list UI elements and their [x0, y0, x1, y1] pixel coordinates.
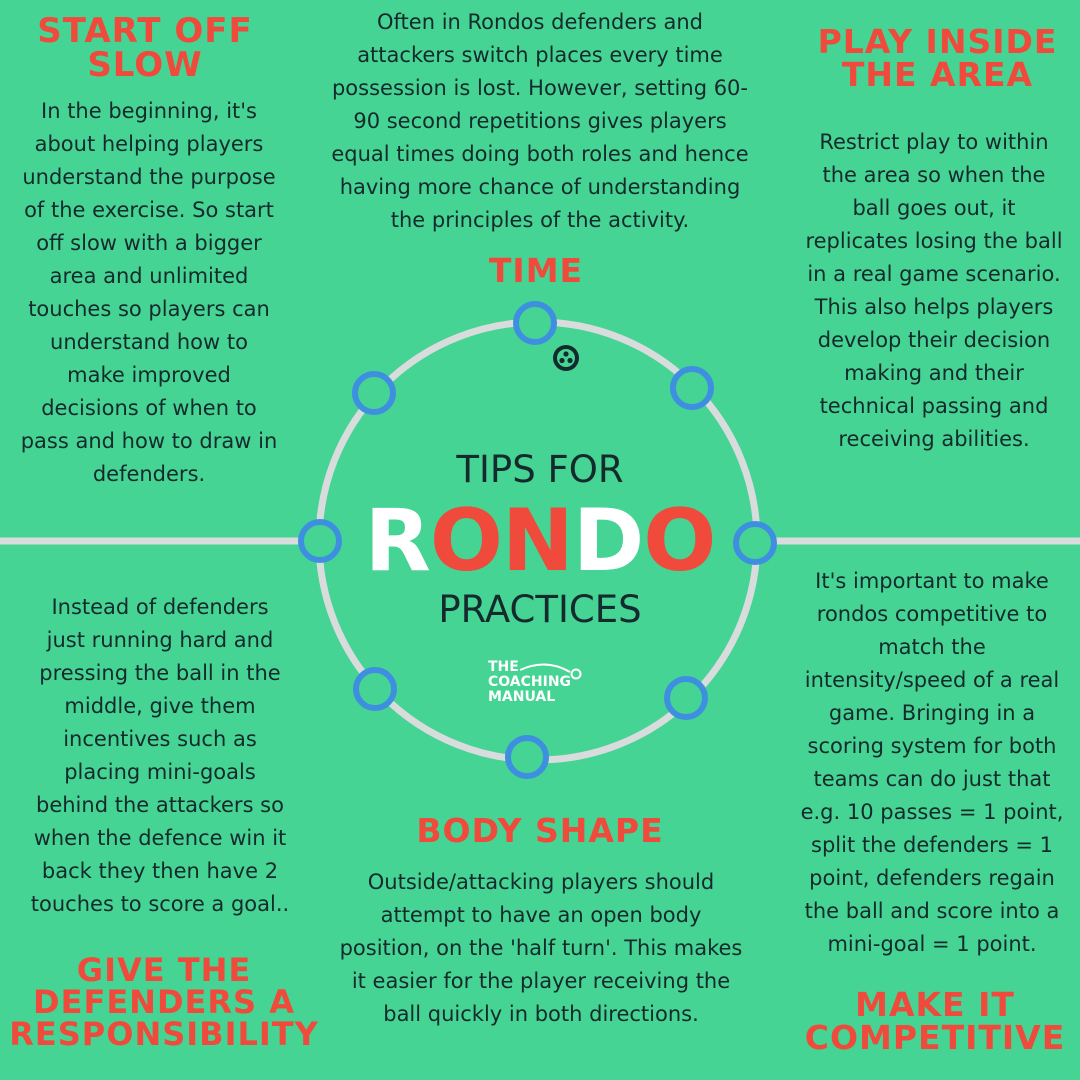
rondo-letter-o2: O [643, 491, 716, 591]
text-line: about helping players [34, 132, 264, 156]
heading-line: BODY SHAPE [416, 811, 664, 850]
text-line: making and their [844, 361, 1024, 385]
heading-line: THE AREA [841, 55, 1034, 94]
text-line: 90 second repetitions gives players [353, 109, 727, 133]
text-play-inside-the-area: Restrict play to within the area so when… [790, 126, 1078, 456]
text-line: technical passing and [819, 394, 1049, 418]
player-marker-top-left [352, 371, 396, 415]
heading-make-it-competitive: MAKE IT COMPETITIVE [795, 988, 1075, 1054]
text-make-it-competitive: It's important to make rondos competitiv… [782, 565, 1080, 961]
text-line: in a real game scenario. [807, 262, 1061, 286]
coaching-manual-logo: THE COACHING MANUAL [488, 660, 598, 710]
title-rondo: RONDO [330, 493, 750, 589]
text-line: equal times doing both roles and hence [331, 142, 749, 166]
heading-line: DEFENDERS A [33, 983, 295, 1021]
text-line: e.g. 10 passes = 1 point, [800, 800, 1064, 824]
infographic-canvas: TIPS FOR RONDO PRACTICES THE COACHING MA… [0, 0, 1080, 1080]
heading-line: MAKE IT [855, 985, 1015, 1024]
text-line: ball quickly in both directions. [383, 1002, 699, 1026]
text-line: receiving abilities. [838, 427, 1030, 451]
heading-line: RESPONSIBILITY [9, 1015, 319, 1053]
rondo-letter-r: R [364, 491, 431, 591]
text-line: understand how to [50, 330, 248, 354]
rondo-letter-o1: O [429, 491, 503, 591]
text-line: match the [878, 635, 986, 659]
text-line: In the beginning, it's [41, 99, 257, 123]
text-line: the principles of the activity. [390, 208, 690, 232]
text-start-off-slow: In the beginning, it's about helping pla… [5, 95, 293, 491]
player-marker-top-right [670, 366, 714, 410]
text-line: back they then have 2 [41, 859, 279, 883]
text-line: replicates losing the ball [805, 229, 1063, 253]
player-marker-bottom-left [353, 667, 397, 711]
text-line: defenders. [92, 462, 206, 486]
text-line: make improved [67, 363, 231, 387]
text-line: attackers switch places every time [357, 43, 723, 67]
text-line: middle, give them [64, 694, 256, 718]
text-body-shape: Outside/attacking players should attempt… [320, 866, 762, 1031]
heading-start-off-slow: START OFF SLOW [20, 14, 270, 82]
text-line: behind the attackers so [36, 793, 284, 817]
text-line: attempt to have an open body [380, 903, 702, 927]
text-time: Often in Rondos defenders and attackers … [300, 6, 780, 237]
text-line: mini-goal = 1 point. [827, 932, 1037, 956]
text-line: it easier for the player receiving the [351, 969, 731, 993]
text-line: the area so when the [822, 163, 1046, 187]
text-line: This also helps players [814, 295, 1054, 319]
text-line: intensity/speed of a real [804, 668, 1060, 692]
title-tips-for: TIPS FOR [456, 448, 624, 491]
text-line: off slow with a bigger [36, 231, 262, 255]
heading-time: TIME [436, 254, 636, 287]
text-line: of the exercise. So start [24, 198, 274, 222]
logo-line: MANUAL [488, 689, 556, 705]
rondo-letter-d: D [572, 491, 644, 591]
player-marker-bottom-right [664, 676, 708, 720]
text-line: just running hard and [46, 628, 274, 652]
heading-line: START OFF [37, 11, 253, 51]
text-line: ball goes out, it [852, 196, 1016, 220]
text-line: Often in Rondos defenders and [377, 10, 703, 34]
text-line: touches so players can [28, 297, 270, 321]
text-line: possession is lost. However, setting 60- [331, 76, 749, 100]
text-defenders-responsibility: Instead of defenders just running hard a… [10, 591, 310, 921]
heading-line: GIVE THE [76, 951, 252, 989]
text-line: touches to score a goal.. [30, 892, 290, 916]
heading-give-the-defenders-a-responsibility: GIVE THE DEFENDERS A RESPONSIBILITY [5, 954, 323, 1050]
football-icon [553, 345, 579, 371]
heading-play-inside-the-area: PLAY INSIDE THE AREA [800, 25, 1075, 91]
text-line: when the defence win it [33, 826, 287, 850]
text-line: Outside/attacking players should [367, 870, 715, 894]
logo-ball-icon [519, 663, 582, 680]
text-line: having more chance of understanding [339, 175, 741, 199]
player-marker-bottom [505, 735, 549, 779]
text-line: understand the purpose [22, 165, 276, 189]
text-line: teams can do just that [813, 767, 1051, 791]
text-line: scoring system for both [807, 734, 1057, 758]
text-line: It's important to make [815, 569, 1049, 593]
text-line: decisions of when to [41, 396, 257, 420]
rondo-letter-n: N [501, 491, 574, 591]
text-line: position, on the 'half turn'. This makes [339, 936, 743, 960]
text-line: pass and how to draw in [20, 429, 278, 453]
heading-line: PLAY INSIDE [817, 22, 1058, 61]
heading-line: COMPETITIVE [804, 1018, 1066, 1057]
text-line: pressing the ball in the [39, 661, 281, 685]
text-line: game. Bringing in a [828, 701, 1036, 725]
text-line: Restrict play to within [819, 130, 1049, 154]
heading-body-shape: BODY SHAPE [390, 814, 690, 847]
text-line: placing mini-goals [64, 760, 256, 784]
player-marker-top [513, 301, 557, 345]
text-line: incentives such as [63, 727, 257, 751]
text-line: split the defenders = 1 [811, 833, 1053, 857]
text-line: rondos competitive to [816, 602, 1048, 626]
text-line: develop their decision [817, 328, 1051, 352]
text-line: Instead of defenders [51, 595, 269, 619]
text-line: point, defenders regain [809, 866, 1055, 890]
heading-line: TIME [488, 251, 584, 290]
text-line: the ball and score into a [804, 899, 1060, 923]
text-line: area and unlimited [49, 264, 249, 288]
title-practices: PRACTICES [438, 588, 642, 631]
heading-line: SLOW [87, 45, 203, 85]
